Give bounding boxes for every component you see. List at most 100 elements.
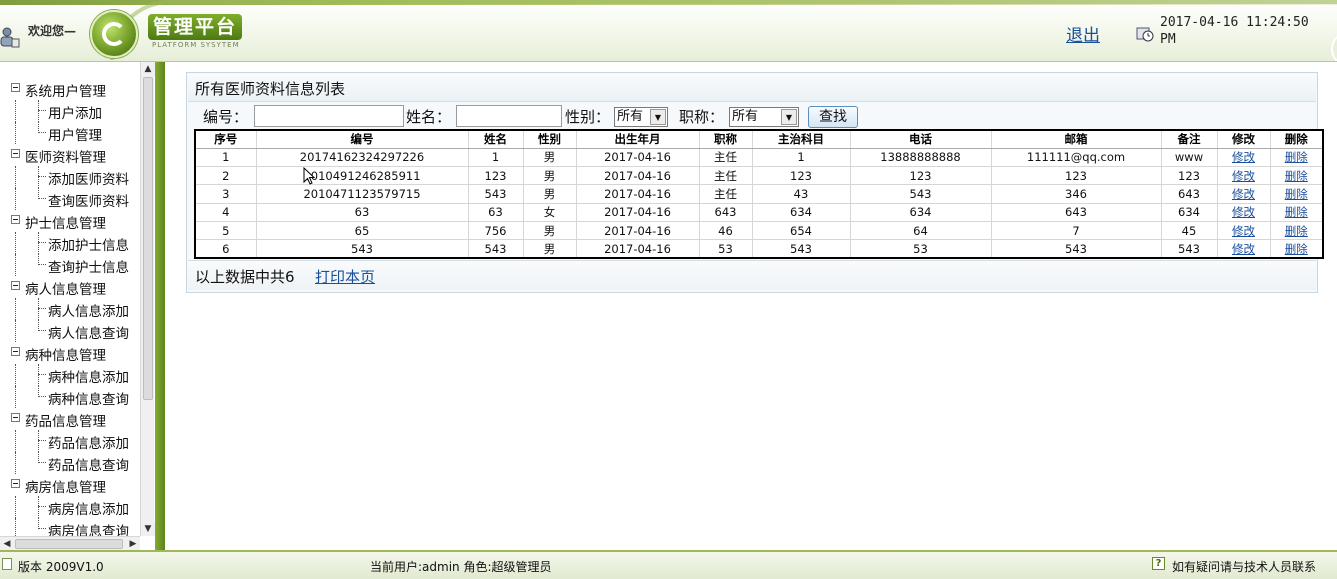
table-cell: 543: [849, 184, 992, 204]
table-cell: 男: [522, 166, 577, 186]
delete-link[interactable]: 删除: [1285, 150, 1308, 164]
table-cell: 男: [522, 220, 577, 241]
table-cell: 53: [698, 239, 753, 259]
table-cell: 3: [194, 184, 257, 204]
table-cell: 主任: [698, 166, 753, 186]
table-cell: 643: [990, 202, 1162, 222]
edit-link[interactable]: 修改: [1232, 205, 1255, 219]
tree-connector: [38, 462, 46, 463]
table-cell: 2017-04-16: [575, 184, 700, 204]
table-cell: 主任: [698, 184, 753, 204]
doctor-list-panel: 所有医师资料信息列表 编号： 姓名： 性别： 所有 ▼ 职称： 所有 ▼ 查找: [186, 72, 1324, 293]
search-button[interactable]: 查找: [808, 106, 858, 128]
doctor-table: 序号 编号 姓名 性别 出生年月 职称 主治科目 电话 邮箱 备注 修改 删除 1 2017416232…: [194, 129, 1324, 260]
table-cell: 男: [522, 239, 577, 259]
edit-link[interactable]: 修改: [1232, 150, 1255, 164]
welcome-text: 欢迎您—: [28, 24, 77, 38]
table-row: 1 20174162324297226 1 男 2017-04-16 主任 1 1388888…: [194, 147, 1324, 168]
collapse-toggle-icon[interactable]: [11, 281, 20, 290]
table-cell: 1: [194, 147, 257, 168]
help-icon: ?: [1152, 557, 1165, 570]
id-label: 编号：: [203, 108, 249, 126]
delete-link[interactable]: 删除: [1285, 224, 1308, 238]
collapse-toggle-icon[interactable]: [11, 413, 20, 422]
collapse-toggle-icon[interactable]: [11, 215, 20, 224]
sidebar-group-label: 系统用户管理: [25, 84, 106, 100]
tree-connector: [15, 188, 16, 210]
tree-connector: [38, 430, 39, 452]
tree-connector: [38, 242, 46, 243]
sidebar-item-label: 病人信息添加: [48, 304, 129, 320]
navigation-tree: 系统用户管理 用户添加 用户管理 医师资料管理 添加医师资料 查询医师资料 护士信息管理 添加…: [0, 62, 140, 536]
scroll-up-arrow-icon[interactable]: ▲: [141, 62, 155, 76]
logout-link[interactable]: 退出: [1066, 21, 1100, 46]
table-row: 4 63 63 女 2017-04-16 643 634 634 643 634 修改 删除: [194, 202, 1324, 222]
scroll-right-arrow-icon[interactable]: ▶: [126, 537, 140, 551]
table-cell: 男: [522, 184, 577, 204]
table-cell: 删除: [1269, 202, 1324, 222]
sidebar-item-label: 查询医师资料: [48, 194, 129, 210]
edit-link[interactable]: 修改: [1232, 187, 1255, 201]
edit-link[interactable]: 修改: [1232, 242, 1255, 256]
tree-connector: [38, 308, 46, 309]
dropdown-arrow-icon[interactable]: ▼: [781, 109, 797, 125]
sidebar-group-label: 病人信息管理: [25, 282, 106, 298]
table-cell: 修改: [1216, 202, 1271, 222]
scrollbar-thumb[interactable]: [143, 77, 153, 400]
collapse-toggle-icon[interactable]: [11, 83, 20, 92]
sidebar-horizontal-scrollbar[interactable]: ◀ ▶: [0, 536, 140, 550]
table-cell: 2017-04-16: [575, 239, 700, 259]
edit-link[interactable]: 修改: [1232, 169, 1255, 183]
collapse-toggle-icon[interactable]: [11, 479, 20, 488]
column-header: 修改: [1216, 129, 1271, 149]
dropdown-arrow-icon[interactable]: ▼: [650, 109, 666, 125]
delete-link[interactable]: 删除: [1285, 205, 1308, 219]
mouse-cursor-icon: [303, 167, 315, 185]
edit-link[interactable]: 修改: [1232, 224, 1255, 238]
panel-header: 所有医师资料信息列表: [188, 74, 1316, 102]
column-header: 序号: [194, 129, 257, 149]
tree-connector: [38, 132, 46, 133]
delete-link[interactable]: 删除: [1285, 187, 1308, 201]
table-cell: 346: [990, 184, 1162, 204]
gender-select[interactable]: 所有 ▼: [614, 107, 668, 127]
scroll-left-arrow-icon[interactable]: ◀: [0, 537, 14, 551]
sidebar-item-label: 药品信息添加: [48, 436, 129, 452]
sidebar-item-label: 用户添加: [48, 106, 102, 122]
table-cell: 123: [990, 166, 1162, 186]
table-cell: 63: [467, 202, 524, 222]
tree-connector: [38, 264, 46, 265]
tree-connector: [15, 320, 16, 342]
table-cell: 修改: [1216, 184, 1271, 204]
tree-connector: [15, 122, 16, 144]
name-input[interactable]: [456, 105, 562, 127]
column-header: 性别: [522, 129, 577, 149]
collapse-toggle-icon[interactable]: [11, 347, 20, 356]
table-cell: 1: [751, 147, 851, 168]
table-cell: www: [1160, 147, 1218, 168]
column-header: 备注: [1160, 129, 1218, 149]
table-cell: 64: [849, 220, 992, 241]
table-cell: 5: [194, 220, 257, 241]
tree-connector: [38, 330, 46, 331]
delete-link[interactable]: 删除: [1285, 169, 1308, 183]
table-cell: 543: [990, 239, 1162, 259]
table-cell: 123: [1160, 166, 1218, 186]
table-cell: 2017-04-16: [575, 202, 700, 222]
version-text: 版本 2009V1.0: [18, 560, 104, 574]
collapse-toggle-icon[interactable]: [11, 149, 20, 158]
sidebar-item-label: 用户管理: [48, 128, 102, 144]
sidebar-vertical-scrollbar[interactable]: ▲ ▼: [140, 62, 155, 536]
gender-select-value: 所有: [617, 109, 644, 124]
datetime-display: 2017-04-16 11:24:50 PM: [1160, 15, 1309, 47]
title-select[interactable]: 所有 ▼: [729, 107, 799, 127]
print-page-link[interactable]: 打印本页: [315, 266, 375, 287]
table-cell: 删除: [1269, 166, 1324, 186]
id-input[interactable]: [254, 105, 404, 127]
scroll-down-arrow-icon[interactable]: ▼: [141, 522, 155, 536]
table-row: 3 2010471123579715 543 男 2017-04-16 主任 43 543 34…: [194, 184, 1324, 204]
frame-divider[interactable]: [155, 62, 165, 550]
scrollbar-thumb[interactable]: [15, 539, 123, 549]
tree-connector: [15, 496, 16, 518]
delete-link[interactable]: 删除: [1285, 242, 1308, 256]
